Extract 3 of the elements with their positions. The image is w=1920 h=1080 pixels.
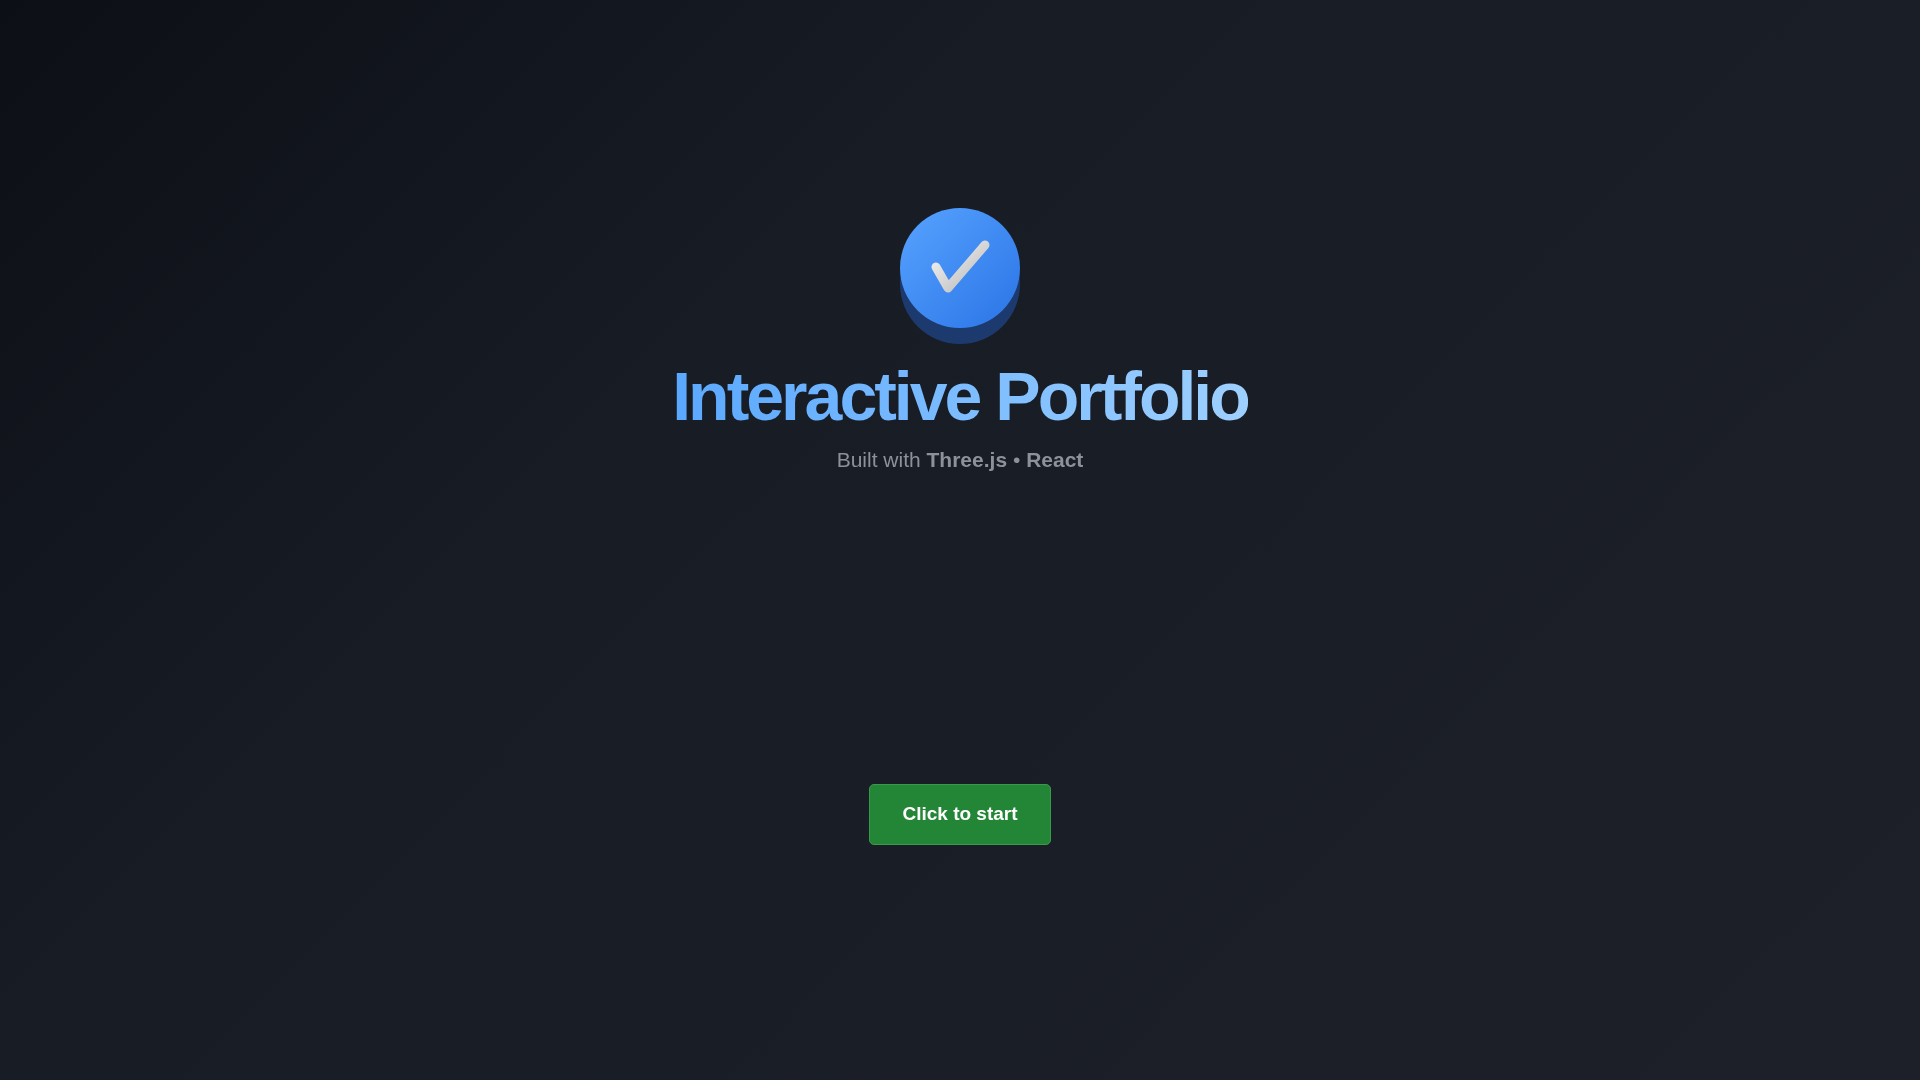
start-button[interactable]: Click to start bbox=[869, 783, 1051, 845]
checkmark-logo-icon bbox=[899, 207, 1021, 345]
subtitle: Built with Three.js • React bbox=[836, 447, 1084, 472]
